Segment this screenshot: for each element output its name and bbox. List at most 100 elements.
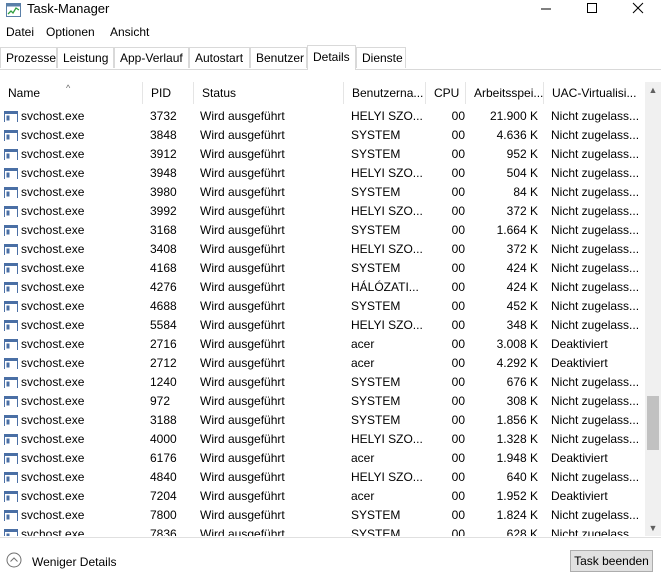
column-header-uac[interactable]: UAC-Virtualisi... xyxy=(544,82,646,104)
process-pid: 3732 xyxy=(150,109,177,123)
process-uac: Nicht zugelass... xyxy=(551,413,640,427)
process-uac: Nicht zugelass... xyxy=(551,128,640,142)
process-user: SYSTEM xyxy=(351,508,401,522)
process-name: svchost.exe xyxy=(21,375,85,389)
process-icon xyxy=(4,300,18,312)
window-title: Task-Manager xyxy=(27,1,110,16)
process-icon xyxy=(4,319,18,331)
process-name: svchost.exe xyxy=(21,204,85,218)
table-row[interactable]: svchost.exe 3168 Wird ausgeführt SYSTEM 00 1.… xyxy=(0,221,646,240)
table-row[interactable]: svchost.exe 3912 Wird ausgeführt SYSTEM 00 95… xyxy=(0,145,646,164)
fewer-details-link[interactable]: Weniger Details xyxy=(32,555,116,569)
tab-startup[interactable]: Autostart xyxy=(189,47,250,68)
process-memory: 628 K xyxy=(506,527,538,536)
tab-users[interactable]: Benutzer xyxy=(250,47,307,68)
process-pid: 4688 xyxy=(150,299,177,313)
process-status: Wird ausgeführt xyxy=(200,242,285,256)
process-name: svchost.exe xyxy=(21,394,85,408)
process-uac: Nicht zugelass... xyxy=(551,470,640,484)
menu-options[interactable]: Optionen xyxy=(46,25,95,39)
column-header-pid[interactable]: PID xyxy=(143,82,194,104)
table-row[interactable]: svchost.exe 4840 Wird ausgeführt HELYI SZO.… xyxy=(0,468,646,487)
table-row[interactable]: svchost.exe 4000 Wird ausgeführt HELYI SZO.… xyxy=(0,430,646,449)
table-row[interactable]: svchost.exe 4276 Wird ausgeführt HÁLÓZATI..… xyxy=(0,278,646,297)
process-user: acer xyxy=(351,337,375,351)
process-status: Wird ausgeführt xyxy=(200,394,285,408)
process-pid: 5584 xyxy=(150,318,177,332)
column-header-name[interactable]: ^ Name xyxy=(0,82,143,104)
tab-performance[interactable]: Leistung xyxy=(57,47,114,68)
tab-details[interactable]: Details xyxy=(307,45,356,70)
process-cpu: 00 xyxy=(451,451,465,465)
table-row[interactable]: svchost.exe 3980 Wird ausgeführt SYSTEM 00 84… xyxy=(0,183,646,202)
process-cpu: 00 xyxy=(451,261,465,275)
close-button[interactable] xyxy=(615,0,661,22)
scroll-up-arrow-icon[interactable]: ▲ xyxy=(645,82,661,98)
table-row[interactable]: svchost.exe 4168 Wird ausgeführt SYSTEM 00 42… xyxy=(0,259,646,278)
vertical-scrollbar[interactable]: ▲ ▼ xyxy=(645,82,661,536)
process-status: Wird ausgeführt xyxy=(200,337,285,351)
process-icon xyxy=(4,509,18,521)
table-row[interactable]: svchost.exe 3992 Wird ausgeführt HELYI SZO.… xyxy=(0,202,646,221)
process-user: HELYI SZO... xyxy=(351,109,423,123)
process-status: Wird ausgeführt xyxy=(200,451,285,465)
process-user: SYSTEM xyxy=(351,527,401,536)
table-row[interactable]: svchost.exe 6176 Wird ausgeführt acer 00 1.94… xyxy=(0,449,646,468)
title-bar[interactable]: Task-Manager xyxy=(0,0,661,22)
table-row[interactable]: svchost.exe 972 Wird ausgeführt SYSTEM 00 308… xyxy=(0,392,646,411)
process-uac: Nicht zugelass... xyxy=(551,166,640,180)
process-status: Wird ausgeführt xyxy=(200,166,285,180)
column-header-memory[interactable]: Arbeitsspei... xyxy=(466,82,544,104)
process-status: Wird ausgeführt xyxy=(200,109,285,123)
end-task-button[interactable]: Task beenden xyxy=(570,550,653,572)
process-cpu: 00 xyxy=(451,432,465,446)
column-header-cpu[interactable]: CPU xyxy=(426,82,466,104)
menu-view[interactable]: Ansicht xyxy=(110,25,149,39)
process-icon xyxy=(4,243,18,255)
column-header-username[interactable]: Benutzerna... xyxy=(344,82,426,104)
process-memory: 4.292 K xyxy=(496,356,538,370)
menu-file[interactable]: Datei xyxy=(6,25,34,39)
process-icon xyxy=(4,110,18,122)
maximize-button[interactable] xyxy=(569,0,615,22)
tab-services[interactable]: Dienste xyxy=(356,47,406,68)
table-row[interactable]: svchost.exe 3188 Wird ausgeführt SYSTEM 00 1.… xyxy=(0,411,646,430)
process-user: SYSTEM xyxy=(351,261,401,275)
process-uac: Nicht zugelass... xyxy=(551,261,640,275)
table-row[interactable]: svchost.exe 7204 Wird ausgeführt acer 00 1.95… xyxy=(0,487,646,506)
process-pid: 972 xyxy=(150,394,171,408)
process-memory: 504 K xyxy=(506,166,538,180)
scroll-down-arrow-icon[interactable]: ▼ xyxy=(645,520,661,536)
process-icon xyxy=(4,357,18,369)
process-memory: 640 K xyxy=(506,470,538,484)
table-row[interactable]: svchost.exe 3408 Wird ausgeführt HELYI SZO.… xyxy=(0,240,646,259)
chevron-up-circle-icon[interactable] xyxy=(6,552,22,568)
table-row[interactable]: svchost.exe 4688 Wird ausgeführt SYSTEM 00 45… xyxy=(0,297,646,316)
table-row[interactable]: svchost.exe 3948 Wird ausgeführt HELYI SZO.… xyxy=(0,164,646,183)
process-pid: 3408 xyxy=(150,242,177,256)
table-row[interactable]: svchost.exe 2716 Wird ausgeführt acer 00 3.00… xyxy=(0,335,646,354)
process-icon xyxy=(4,262,18,274)
process-icon xyxy=(4,129,18,141)
process-pid: 4168 xyxy=(150,261,177,275)
tab-processes[interactable]: Prozesse xyxy=(0,47,57,68)
process-memory: 3.008 K xyxy=(496,337,538,351)
minimize-button[interactable] xyxy=(523,0,569,22)
table-row[interactable]: svchost.exe 3732 Wird ausgeführt HELYI SZO.… xyxy=(0,107,646,126)
table-row[interactable]: svchost.exe 1240 Wird ausgeführt SYSTEM 00 67… xyxy=(0,373,646,392)
table-body: svchost.exe 3732 Wird ausgeführt HELYI SZO.… xyxy=(0,107,646,536)
process-memory: 452 K xyxy=(506,299,538,313)
table-row[interactable]: svchost.exe 2712 Wird ausgeführt acer 00 4.29… xyxy=(0,354,646,373)
process-uac: Nicht zugelass... xyxy=(551,147,640,161)
process-status: Wird ausgeführt xyxy=(200,489,285,503)
process-icon xyxy=(4,186,18,198)
column-header-status[interactable]: Status xyxy=(194,82,344,104)
scrollbar-thumb[interactable] xyxy=(647,396,659,450)
tab-app-history[interactable]: App-Verlauf xyxy=(114,47,189,68)
table-row[interactable]: svchost.exe 7800 Wird ausgeführt SYSTEM 00 1.… xyxy=(0,506,646,525)
table-row[interactable]: svchost.exe 7836 Wird ausgeführt SYSTEM 00 62… xyxy=(0,525,646,536)
table-row[interactable]: svchost.exe 3848 Wird ausgeführt SYSTEM 00 4.… xyxy=(0,126,646,145)
process-uac: Nicht zugelass... xyxy=(551,299,640,313)
table-row[interactable]: svchost.exe 5584 Wird ausgeführt HELYI SZO.… xyxy=(0,316,646,335)
process-pid: 3992 xyxy=(150,204,177,218)
